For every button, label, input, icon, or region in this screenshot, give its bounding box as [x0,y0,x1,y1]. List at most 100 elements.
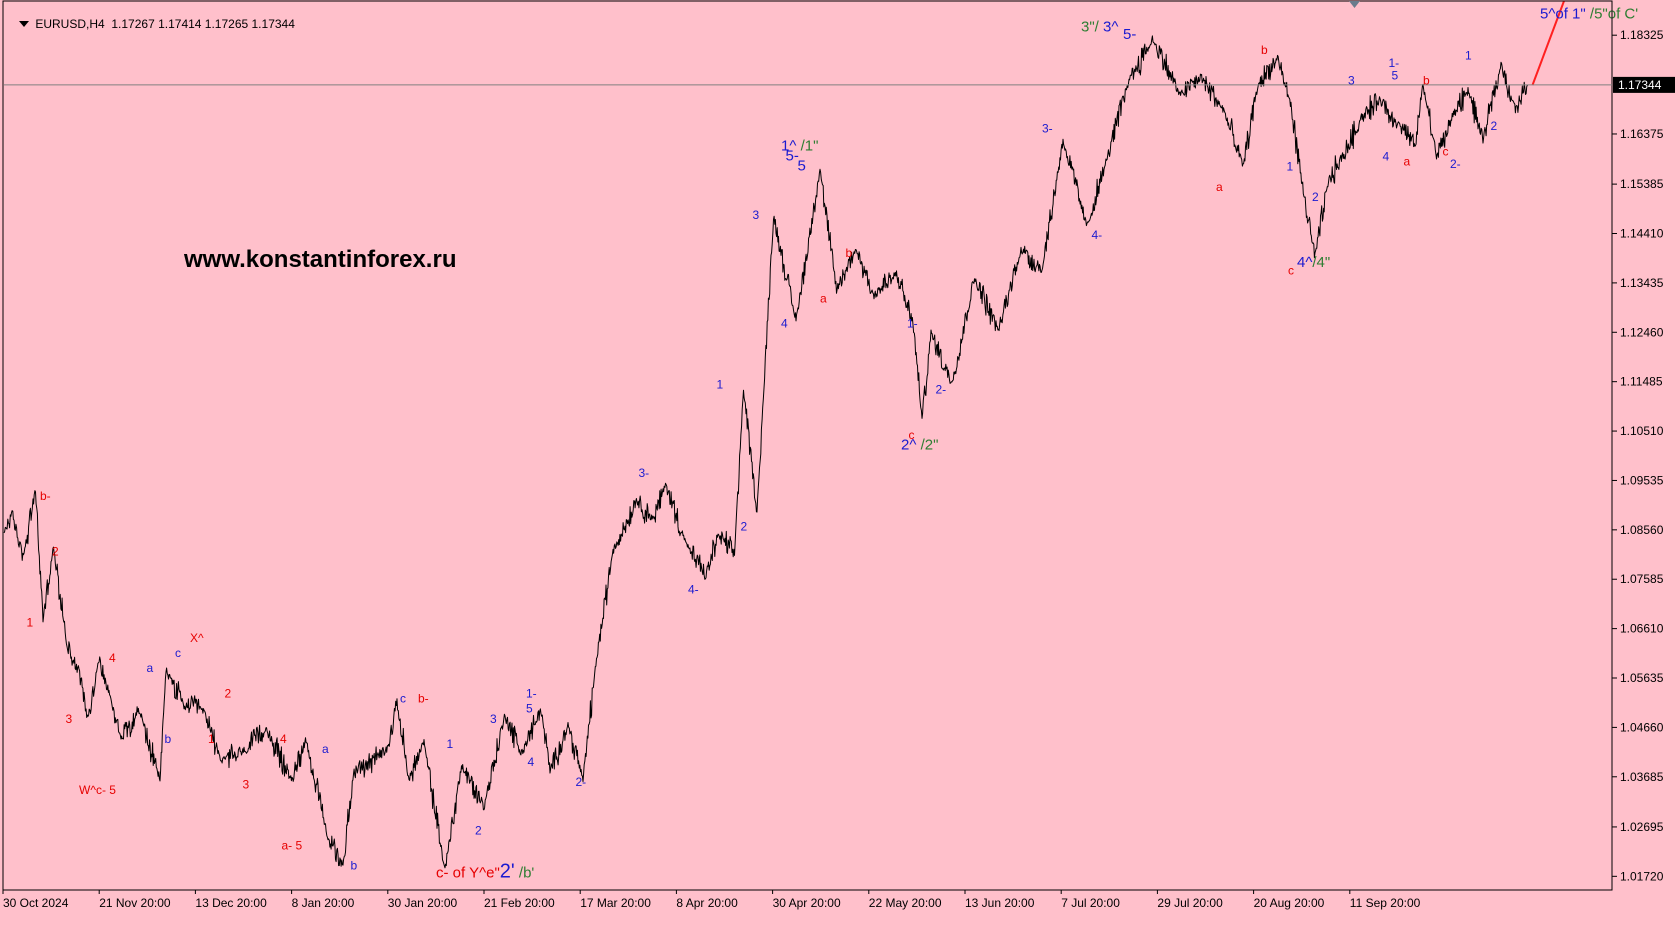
wave-label: 3- [639,466,650,480]
x-tick-label: 13 Jun 20:00 [965,896,1035,910]
x-tick-label: 8 Apr 20:00 [676,896,738,910]
x-tick-label: 11 Sep 20:00 [1350,896,1421,910]
axes: 1.18325 1.16375 1.15385 1.14410 1.13435 1.124… [2,0,1675,910]
x-tick-label: 13 Dec 20:00 [195,896,267,910]
wave-label: 1- [526,687,537,701]
wave-degree-part: 3^ [1103,18,1118,35]
x-tick-label: 30 Jan 20:00 [388,896,458,910]
wave-label: 5 [1392,69,1399,83]
plot-frame [2,0,1613,891]
wave-label: 1 [1465,48,1472,62]
y-tick-label: 1.03685 [1620,770,1664,784]
wave-label: 5 [526,702,533,716]
wave-label: b- [40,489,51,503]
y-tick-label: 1.06610 [1620,622,1664,636]
wave-label: c [400,692,406,706]
chart-shift-marker-icon[interactable] [1349,1,1360,8]
wave-degree-part: c- of Y^ [436,864,486,881]
wave-label: 2- [1450,157,1461,171]
wave-degree-label: 3"/ 3^ [1081,18,1118,35]
wave-label: 3 [1348,74,1355,88]
wave-label: b [165,732,172,746]
wave-label: a [1216,180,1223,194]
x-tick-label: 17 Mar 20:00 [580,896,651,910]
wave-degree-label: 5- [1123,26,1136,43]
wave-label: 2 [741,519,748,533]
wave-label: X^ [190,631,204,645]
y-tick-label: 1.09535 [1620,473,1664,487]
y-tick-label: 1.08560 [1620,523,1664,537]
wave-label: 2 [52,545,59,559]
wave-label: 4 [1383,150,1390,164]
wave-label: b- [418,692,429,706]
wave-annotations: b-2143W^c- 5acX^b21 43aa- 5bc b-1321-542-3… [27,6,1639,883]
wave-label: b [1423,74,1430,88]
wave-label: 4 [781,317,788,331]
wave-label: 3 [66,712,73,726]
dropdown-triangle-icon[interactable] [19,21,30,27]
wave-degree-part: 2^ [901,436,921,453]
wave-label: W^c- 5 [79,783,116,797]
y-tick-label: 1.18325 [1620,28,1664,42]
wave-label: c [175,646,181,660]
x-tick-label: 22 May 20:00 [869,896,942,910]
watermark-url: www.konstantinforex.ru [184,246,457,273]
ohlc-values: 1.17267 1.17414 1.17265 1.17344 [111,17,295,31]
wave-label: 1 [208,732,215,746]
x-tick-label: 29 Jul 20:00 [1157,896,1223,910]
wave-degree-label: c- of Y^e"2' /b' [436,860,534,882]
wave-label: b [846,246,853,260]
x-tick-label: 21 Feb 20:00 [484,896,555,910]
wave-degree-part: e" [486,864,500,881]
y-tick-label: 1.11485 [1620,375,1663,389]
wave-degree-part: /2" [921,436,939,453]
y-tick-label: 1.12460 [1620,325,1664,339]
y-tick-label: 1.07585 [1620,572,1664,586]
wave-label: 4 [109,651,116,665]
wave-degree-part: 5- [1123,26,1136,43]
wave-label: 1 [447,737,454,751]
wave-degree-part: /b' [515,864,535,881]
y-tick-label: 1.05635 [1620,671,1664,685]
y-tick-label: 1.01720 [1620,869,1664,883]
wave-label: 3 [243,778,250,792]
wave-degree-label: 4^/4" [1297,254,1330,271]
chart-header: EURUSD,H4 1.17267 1.17414 1.17265 1.1734… [4,3,295,45]
wave-label: 2 [1491,119,1498,133]
y-tick-label: 1.14410 [1620,227,1664,241]
wave-degree-label: 5^of 1" /5"of C' [1540,6,1638,23]
wave-label: 1 [1287,160,1294,174]
price-chart-svg[interactable]: b-2143W^c- 5acX^b21 43aa- 5bc b-1321-542-3… [0,0,1675,920]
wave-label: c [1288,264,1294,278]
price-series-line [3,35,1529,869]
chart[interactable]: b- 2 1 4 3 W^c- 5 a c X^ b 2 1 4 3 a a- 5 b c b- 1 3 2 1- 5 4 2- 3… [0,0,1675,920]
wave-label: a [147,661,154,675]
wave-label: 1 [27,616,34,630]
wave-label: a [1404,155,1411,169]
wave-label: 1 [717,378,724,392]
wave-label: 2- [936,383,947,397]
wave-degree-part: 3"/ [1081,18,1103,35]
wave-label: 3- [1042,122,1053,136]
wave-degree-part: /1" [801,137,819,154]
symbol-label: EURUSD,H4 [35,17,105,31]
x-tick-label: 7 Jul 20:00 [1061,896,1120,910]
wave-degree-part: 5 [798,158,806,175]
wave-label: 4 [528,755,535,769]
wave-label: a [322,742,329,756]
y-tick-label: 1.04660 [1620,720,1664,734]
y-tick-label: 1.02695 [1620,820,1664,834]
wave-degree-part: 4^ [1297,254,1312,271]
wave-label: 2 [225,687,232,701]
wave-label: 3 [753,208,760,222]
wave-label: 4- [1092,228,1103,242]
wave-label: b [351,859,358,873]
x-tick-label: 30 Apr 20:00 [773,896,841,910]
wave-degree-part: 5^of 1" [1540,6,1586,23]
wave-label: 2 [475,823,482,837]
y-tick-label: 1.15385 [1620,177,1664,191]
wave-label: a [820,291,827,305]
y-tick-label: 1.13435 [1620,276,1664,290]
y-tick-label: 1.16375 [1620,127,1664,141]
wave-label: a- 5 [282,838,303,852]
